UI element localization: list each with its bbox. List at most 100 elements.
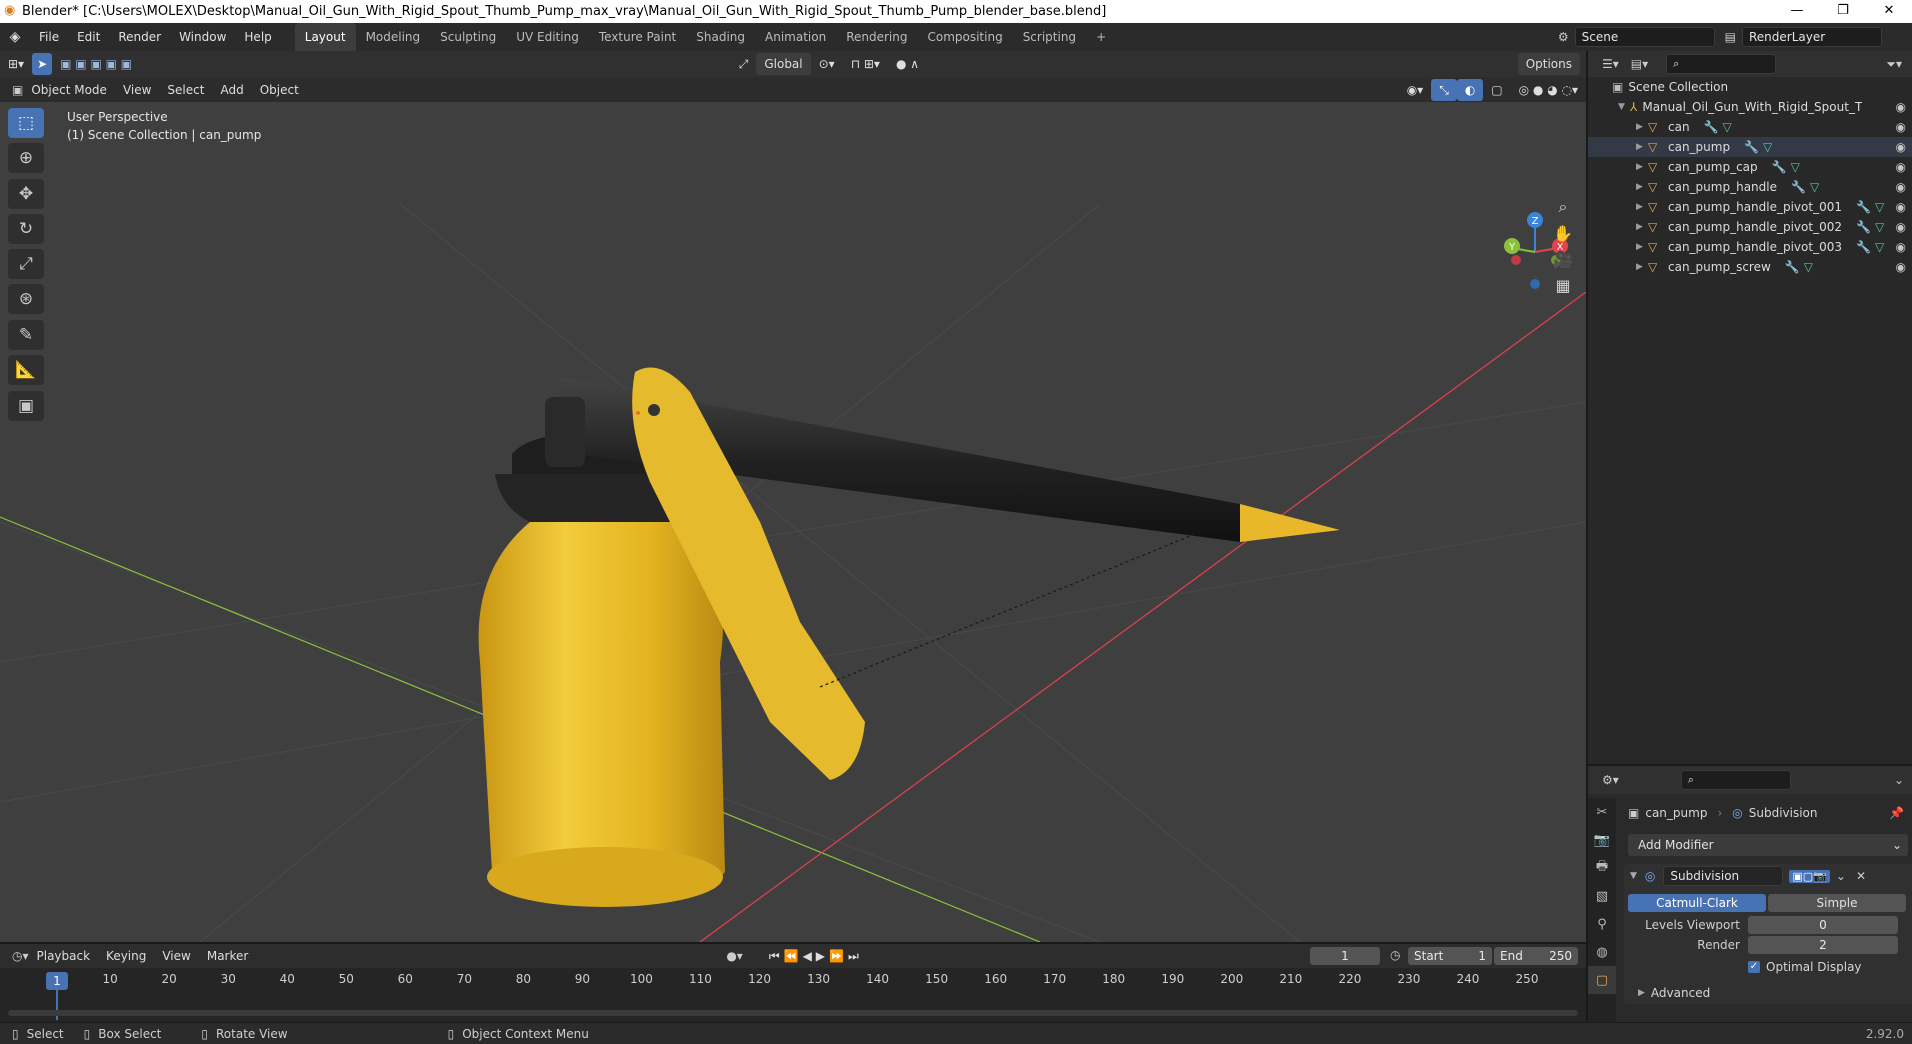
menu-select[interactable]: Select bbox=[159, 79, 212, 101]
expand-icon[interactable]: ▶ bbox=[1636, 262, 1648, 272]
eye-icon[interactable]: ◉ bbox=[1896, 220, 1906, 234]
eye-icon[interactable]: ◉ bbox=[1896, 100, 1906, 114]
playhead-frame-label[interactable]: 1 bbox=[46, 972, 68, 990]
collapse-icon[interactable]: ▼ bbox=[1630, 871, 1637, 881]
eye-icon[interactable]: ◉ bbox=[1896, 140, 1906, 154]
add-workspace-icon[interactable]: + bbox=[1086, 23, 1116, 51]
tab-compositing[interactable]: Compositing bbox=[917, 23, 1012, 51]
scale-tool-icon[interactable]: ⤢ bbox=[8, 249, 44, 279]
pivot-icon[interactable]: ⊙▾ bbox=[811, 53, 843, 75]
optimal-display-checkbox[interactable]: ✓ bbox=[1748, 961, 1760, 973]
object-tab-icon[interactable]: ▢ bbox=[1588, 966, 1616, 994]
menu-object[interactable]: Object bbox=[252, 79, 307, 101]
outliner-search-input[interactable]: ⌕ bbox=[1666, 54, 1777, 74]
outliner-item[interactable]: ▶ ▽ can 🔧 ▽ ◉ bbox=[1588, 117, 1912, 137]
scene-selector[interactable]: Scene bbox=[1574, 27, 1715, 47]
timeline-editor-icon[interactable]: ◷▾ bbox=[12, 949, 29, 963]
expand-icon[interactable]: ▶ bbox=[1636, 142, 1648, 152]
outliner-scene-collection[interactable]: ▣ Scene Collection bbox=[1588, 77, 1912, 97]
modifier-wrench-icon[interactable]: 🔧 bbox=[1856, 220, 1871, 234]
properties-editor-icon[interactable]: ⚙▾ bbox=[1602, 773, 1619, 787]
annotate-tool-icon[interactable]: ✎ bbox=[8, 320, 44, 350]
scene-tab-icon[interactable]: ⚲ bbox=[1588, 910, 1616, 938]
outliner-collection-row[interactable]: ▼ ⅄ Manual_Oil_Gun_With_Rigid_Spout_Thum… bbox=[1588, 97, 1912, 117]
eye-icon[interactable]: ◉ bbox=[1896, 180, 1906, 194]
menu-timeline-view[interactable]: View bbox=[154, 945, 198, 967]
menu-playback[interactable]: Playback bbox=[29, 945, 99, 967]
snap-icon[interactable]: ⊓ ⊞▾ bbox=[843, 53, 888, 75]
modifier-wrench-icon[interactable]: 🔧 bbox=[1785, 260, 1800, 274]
tab-scripting[interactable]: Scripting bbox=[1013, 23, 1086, 51]
add-modifier-dropdown[interactable]: Add Modifier ⌄ bbox=[1628, 834, 1908, 856]
edit-mode-toggle-icon[interactable]: ▣▢📷 bbox=[1789, 869, 1830, 883]
expand-icon[interactable]: ▶ bbox=[1636, 202, 1648, 212]
menu-marker[interactable]: Marker bbox=[199, 945, 256, 967]
mesh-data-icon[interactable]: ▽ bbox=[1810, 180, 1819, 194]
outliner-item[interactable]: ▶ ▽ can_pump 🔧 ▽ ◉ bbox=[1588, 137, 1912, 157]
outliner-item[interactable]: ▶ ▽ can_pump_handle_pivot_002 🔧 ▽ ◉ bbox=[1588, 217, 1912, 237]
output-tab-icon[interactable]: 🖶 bbox=[1588, 854, 1616, 882]
outliner-item[interactable]: ▶ ▽ can_pump_cap 🔧 ▽ ◉ bbox=[1588, 157, 1912, 177]
mesh-data-icon[interactable]: ▽ bbox=[1723, 120, 1732, 134]
eye-icon[interactable]: ◉ bbox=[1896, 260, 1906, 274]
selection-mode-icons[interactable]: ▣ ▣ ▣ ▣ ▣ bbox=[52, 53, 140, 75]
playback-controls-icon[interactable]: ⏮⏪◀▶⏩⏭ bbox=[769, 949, 863, 964]
eye-icon[interactable]: ◉ bbox=[1896, 200, 1906, 214]
xray-icon[interactable]: ▢ bbox=[1483, 79, 1510, 101]
select-tool-icon[interactable]: ➤ bbox=[32, 53, 53, 75]
measure-tool-icon[interactable]: 📐 bbox=[8, 355, 44, 385]
oil-can-model[interactable] bbox=[478, 367, 1340, 908]
modifier-wrench-icon[interactable]: 🔧 bbox=[1856, 240, 1871, 254]
menu-window[interactable]: Window bbox=[170, 23, 235, 51]
modifier-wrench-icon[interactable]: 🔧 bbox=[1772, 160, 1787, 174]
add-cube-tool-icon[interactable]: ▣ bbox=[8, 391, 44, 421]
catmull-clark-button[interactable]: Catmull-Clark bbox=[1628, 894, 1766, 912]
expand-icon[interactable]: ▶ bbox=[1636, 162, 1648, 172]
render-tab-icon[interactable]: 📷 bbox=[1588, 826, 1616, 854]
menu-help[interactable]: Help bbox=[235, 23, 280, 51]
eye-icon[interactable]: ◉ bbox=[1896, 240, 1906, 254]
modifier-menu-icon[interactable]: ⌄ bbox=[1836, 869, 1846, 883]
menu-render[interactable]: Render bbox=[109, 23, 170, 51]
expand-icon[interactable]: ▶ bbox=[1636, 222, 1648, 232]
menu-edit[interactable]: Edit bbox=[68, 23, 109, 51]
editor-type-icon[interactable]: ⊞▾ bbox=[0, 53, 32, 75]
timeline-track[interactable]: 10 20 30 40 50 60 70 80 90 100 110 120 130 140 150 160 1… bbox=[0, 968, 1586, 1024]
transform-orientation-dropdown[interactable]: Global bbox=[756, 53, 811, 75]
filter-icon[interactable]: ⏷▾ bbox=[1886, 57, 1902, 72]
pin-icon[interactable]: 📌 bbox=[1889, 806, 1904, 820]
move-tool-icon[interactable]: ✥ bbox=[8, 179, 44, 209]
outliner-editor-icon[interactable]: ☰▾ bbox=[1602, 57, 1619, 71]
optimal-display-row[interactable]: ✓ Optimal Display bbox=[1748, 960, 1862, 974]
visibility-icon[interactable]: ◉▾ bbox=[1399, 79, 1432, 101]
zoom-icon[interactable]: ⌕ bbox=[1550, 194, 1576, 220]
properties-search-input[interactable]: ⌕ bbox=[1680, 770, 1791, 790]
current-frame-field[interactable]: 1 bbox=[1310, 947, 1380, 965]
expand-icon[interactable]: ▶ bbox=[1636, 122, 1648, 132]
options-dropdown[interactable]: Options bbox=[1517, 53, 1580, 75]
remove-modifier-icon[interactable]: ✕ bbox=[1856, 869, 1866, 883]
outliner-item[interactable]: ▶ ▽ can_pump_screw 🔧 ▽ ◉ bbox=[1588, 257, 1912, 277]
menu-keying[interactable]: Keying bbox=[98, 945, 154, 967]
mesh-data-icon[interactable]: ▽ bbox=[1804, 260, 1813, 274]
render-levels-field[interactable]: 2 bbox=[1748, 936, 1898, 954]
modifier-wrench-icon[interactable]: 🔧 bbox=[1744, 140, 1759, 154]
menu-add[interactable]: Add bbox=[212, 79, 251, 101]
expand-icon[interactable]: ▼ bbox=[1618, 102, 1630, 112]
display-mode-icon[interactable]: ▤▾ bbox=[1631, 57, 1648, 71]
gizmo-toggle-icon[interactable]: ⤡ bbox=[1431, 78, 1457, 101]
world-tab-icon[interactable]: ◍ bbox=[1588, 938, 1616, 966]
transform-tool-icon[interactable]: ⊛ bbox=[8, 284, 44, 314]
simple-button[interactable]: Simple bbox=[1768, 894, 1906, 912]
restore-button[interactable]: ❐ bbox=[1820, 0, 1866, 23]
menu-file[interactable]: File bbox=[30, 23, 68, 51]
properties-options-icon[interactable]: ⌄ bbox=[1894, 773, 1904, 787]
mesh-data-icon[interactable]: ▽ bbox=[1875, 220, 1884, 234]
start-frame-field[interactable]: Start 1 bbox=[1408, 947, 1492, 965]
mode-dropdown[interactable]: Object Mode bbox=[23, 79, 115, 101]
tab-shading[interactable]: Shading bbox=[686, 23, 755, 51]
modifier-wrench-icon[interactable]: 🔧 bbox=[1856, 200, 1871, 214]
levels-viewport-field[interactable]: 0 bbox=[1748, 916, 1898, 934]
tab-uv-editing[interactable]: UV Editing bbox=[506, 23, 589, 51]
mesh-data-icon[interactable]: ▽ bbox=[1875, 240, 1884, 254]
